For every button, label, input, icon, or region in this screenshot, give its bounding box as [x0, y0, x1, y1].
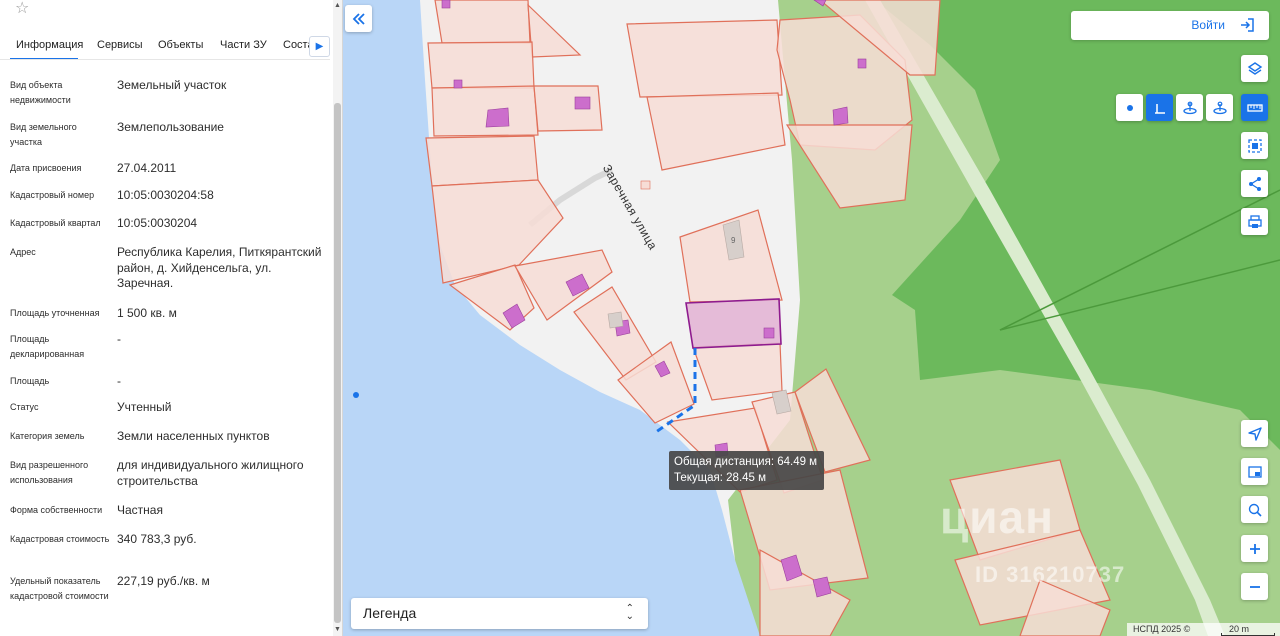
field-value: для индивидуального жилищного строительс…: [117, 458, 304, 488]
scroll-down-icon[interactable]: ▼: [334, 626, 341, 633]
ruler-icon: [1246, 103, 1263, 112]
field-label: Вид объекта недвижимости: [10, 80, 71, 105]
field-label: Статус: [10, 402, 39, 412]
field-value: -: [117, 332, 121, 346]
field-label: Категория земель: [10, 431, 85, 441]
cadastral-number-value: 10:05:0030204:58: [117, 188, 214, 202]
field-value: 27.04.2011: [117, 161, 177, 175]
area-icon: [1182, 101, 1197, 114]
legend-label: Легенда: [363, 605, 417, 621]
select-area-button[interactable]: [1241, 132, 1268, 159]
share-button[interactable]: [1241, 170, 1268, 197]
tab-bar: Информация Сервисы Объекты Части ЗУ Сост…: [0, 30, 330, 60]
field-label: Площадь: [10, 376, 50, 386]
field-value: Учтенный: [117, 400, 172, 414]
tab-parts[interactable]: Части ЗУ: [220, 39, 267, 51]
field-label: Вид разрешенного использования: [10, 460, 89, 485]
measure-tooltip: Общая дистанция: 64.49 м Текущая: 28.45 …: [669, 451, 824, 490]
field-label: Кадастровая стоимость: [10, 534, 110, 544]
layers-button[interactable]: [1241, 55, 1268, 82]
measure-point: [353, 392, 359, 398]
field-label: Кадастровый квартал: [10, 218, 101, 228]
field-value: 340 783,3 руб.: [117, 532, 197, 546]
field-value: Земли населенных пунктов: [117, 429, 270, 443]
measure-point-button[interactable]: [1116, 94, 1143, 121]
login-button[interactable]: Войти: [1071, 11, 1269, 40]
field-value: 227,19 руб./кв. м: [117, 574, 210, 588]
active-tab-indicator: [10, 58, 78, 59]
watermark-logo: циан: [940, 491, 1054, 543]
field-label: Площадь уточненная: [10, 308, 100, 318]
field-value: Земельный участок: [117, 78, 227, 92]
tab-scroll-right-icon[interactable]: ▶: [309, 36, 330, 57]
map-scale: НСПД 2025 © 20 m: [1127, 623, 1280, 636]
ruler-distance-icon: [1154, 103, 1165, 114]
select-area-icon: [1247, 138, 1262, 153]
selected-parcel[interactable]: [685, 298, 782, 349]
field-value: Землепользование: [117, 120, 224, 134]
print-button[interactable]: [1241, 208, 1268, 235]
collapse-panel-button[interactable]: [345, 5, 372, 32]
minimap-icon: [1247, 465, 1262, 478]
field-label: Площадь декларированная: [10, 334, 85, 359]
field-label: Удельный показатель кадастровой стоимост…: [10, 576, 109, 601]
tab-objects[interactable]: Объекты: [158, 39, 203, 51]
favorite-star-icon[interactable]: ☆: [15, 0, 29, 18]
house-number-label: 9: [731, 236, 736, 245]
field-value: 10:05:0030204: [117, 216, 198, 230]
field-value: 1 500 кв. м: [117, 306, 177, 320]
measure-radius-button[interactable]: [1206, 94, 1233, 121]
map-pin-search-icon: [1248, 503, 1262, 517]
field-label: Адрес: [10, 247, 36, 257]
legend-dropdown[interactable]: Легенда ⌃ ⌄: [351, 598, 648, 629]
login-label: Войти: [1191, 18, 1225, 32]
measure-distance-button[interactable]: [1146, 94, 1173, 121]
current-distance-text: Текущая: 28.45 м: [674, 471, 767, 484]
copyright-text: НСПД 2025 ©: [1133, 624, 1191, 634]
field-value: Частная: [117, 503, 163, 517]
printer-icon: [1247, 214, 1262, 228]
field-label: Вид земельного участка: [10, 122, 77, 147]
tab-info[interactable]: Информация: [16, 39, 83, 51]
navigation-arrow-icon: [1247, 426, 1262, 441]
plus-icon: [1249, 543, 1260, 554]
radius-icon: [1212, 101, 1227, 114]
minus-icon: [1249, 585, 1260, 588]
watermark-id: ID 316210737: [975, 562, 1126, 587]
my-location-button[interactable]: [1241, 420, 1268, 447]
field-label: Дата присвоения: [10, 163, 82, 173]
geo-search-button[interactable]: [1241, 496, 1268, 523]
zoom-out-button[interactable]: [1241, 573, 1268, 600]
total-distance-text: Общая дистанция: 64.49 м: [674, 456, 818, 468]
info-panel: ☆ Информация Сервисы Объекты Части ЗУ Со…: [0, 0, 343, 636]
address-value: Республика Карелия, Питкярантский район,…: [117, 245, 322, 290]
chevron-updown-icon: ⌃ ⌄: [625, 603, 634, 622]
scrollbar-thumb[interactable]: [334, 103, 341, 623]
measure-area-button[interactable]: [1176, 94, 1203, 121]
tab-services[interactable]: Сервисы: [97, 39, 143, 51]
minimap-button[interactable]: [1241, 458, 1268, 485]
point-icon: [1126, 104, 1133, 111]
layers-icon: [1247, 61, 1262, 75]
share-icon: [1248, 176, 1261, 191]
ruler-tool-button[interactable]: [1241, 94, 1268, 121]
field-value: -: [117, 374, 121, 388]
double-chevron-left-icon: [352, 12, 365, 25]
login-icon: [1241, 18, 1254, 32]
field-label: Кадастровый номер: [10, 190, 95, 200]
zoom-in-button[interactable]: [1241, 535, 1268, 562]
app-root: ☆ Информация Сервисы Объекты Части ЗУ Со…: [0, 0, 1280, 636]
scroll-up-icon[interactable]: ▲: [334, 2, 341, 9]
field-label: Форма собственности: [10, 505, 103, 515]
